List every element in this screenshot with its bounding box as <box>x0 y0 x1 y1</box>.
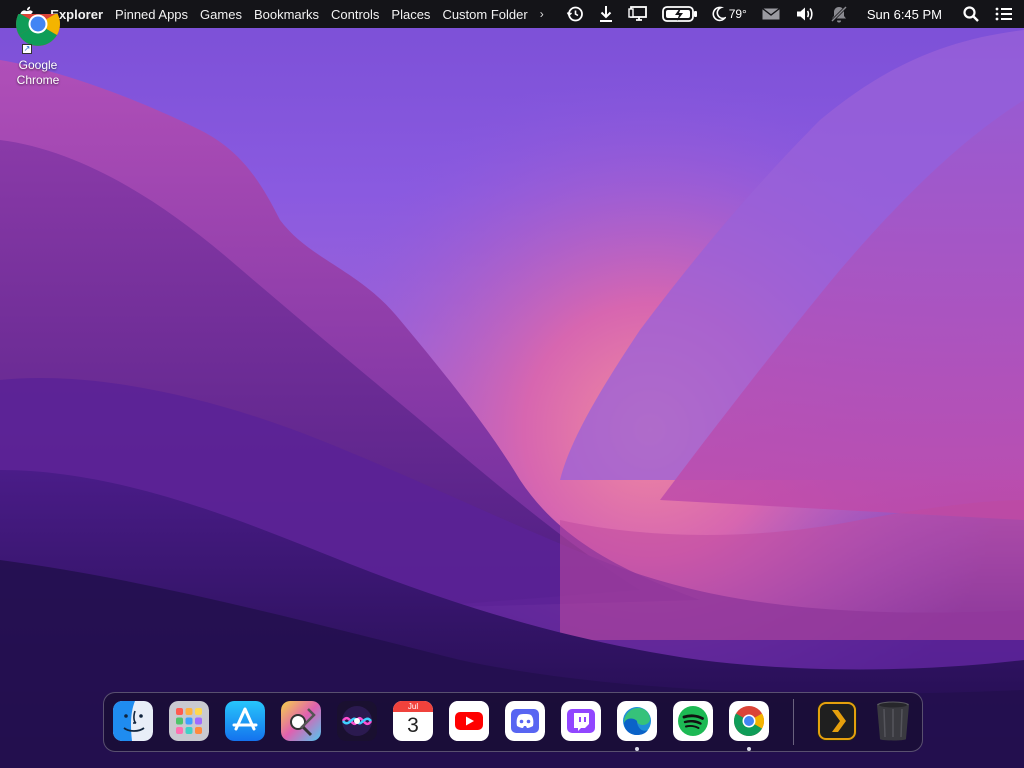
dock-app-system-tools[interactable] <box>281 701 321 741</box>
desktop-icon-label: Google Chrome <box>16 58 60 87</box>
dock-app-launchpad[interactable] <box>169 701 209 741</box>
system-tray: 79° Sun 6:45 PM <box>566 0 1024 28</box>
menu-overflow-chevron-icon[interactable]: › <box>540 7 544 21</box>
shortcut-arrow-icon: ↗ <box>22 44 32 54</box>
dock-app-app-store[interactable] <box>225 701 265 741</box>
wallpaper-art <box>0 0 1024 768</box>
dock-app-edge[interactable] <box>617 701 657 741</box>
chrome-icon: ↗ <box>14 14 62 54</box>
menu-controls[interactable]: Controls <box>331 7 379 22</box>
menu-bookmarks[interactable]: Bookmarks <box>254 7 319 22</box>
dock-separator <box>793 699 794 745</box>
battery-charging-icon[interactable] <box>661 0 698 28</box>
launchpad-icon <box>169 701 209 741</box>
menu-games[interactable]: Games <box>200 7 242 22</box>
system-tools-icon <box>281 701 321 741</box>
dock-app-calendar[interactable]: Jul 3 <box>393 701 433 741</box>
plex-icon <box>817 701 857 741</box>
desktop-icon-google-chrome[interactable]: ↗ Google Chrome <box>6 14 70 88</box>
dock-app-youtube[interactable] <box>449 701 489 741</box>
chrome-icon <box>729 701 769 741</box>
calendar-month: Jul <box>393 701 433 712</box>
download-icon[interactable] <box>598 0 614 28</box>
dock: Jul 3 <box>103 692 923 752</box>
menu-pinned-apps[interactable]: Pinned Apps <box>115 7 188 22</box>
menu-bar: Explorer Pinned Apps Games Bookmarks Con… <box>0 0 1024 28</box>
list-icon[interactable] <box>994 0 1014 28</box>
finder-icon <box>113 701 153 741</box>
dock-app-siri[interactable] <box>337 701 377 741</box>
trash-icon <box>877 701 909 741</box>
app-store-icon <box>225 701 265 741</box>
discord-icon <box>505 701 545 741</box>
history-icon[interactable] <box>566 0 584 28</box>
notifications-off-icon[interactable] <box>829 0 849 28</box>
edge-icon <box>617 701 657 741</box>
desktop-wallpaper <box>0 0 1024 768</box>
moon-icon <box>712 6 726 22</box>
weather-widget[interactable]: 79° <box>712 0 747 28</box>
menu-custom-folder[interactable]: Custom Folder <box>442 7 527 22</box>
running-indicator-edge <box>635 747 639 751</box>
weather-temperature: 79° <box>728 7 747 21</box>
mail-icon[interactable] <box>761 0 781 28</box>
dock-app-chrome[interactable] <box>729 701 769 741</box>
running-indicator-chrome <box>747 747 751 751</box>
volume-icon[interactable] <box>795 0 815 28</box>
dock-app-twitch[interactable] <box>561 701 601 741</box>
youtube-icon <box>449 701 489 741</box>
dock-app-finder[interactable] <box>113 701 153 741</box>
menu-places[interactable]: Places <box>391 7 430 22</box>
search-icon[interactable] <box>962 0 980 28</box>
twitch-icon <box>561 701 601 741</box>
display-icon[interactable] <box>627 0 648 28</box>
spotify-icon <box>673 701 713 741</box>
calendar-day: 3 <box>407 714 419 737</box>
dock-app-discord[interactable] <box>505 701 545 741</box>
dock-app-trash[interactable] <box>873 701 913 741</box>
dock-app-spotify[interactable] <box>673 701 713 741</box>
siri-icon <box>337 701 377 741</box>
dock-app-plex[interactable] <box>817 701 857 741</box>
menubar-clock[interactable]: Sun 6:45 PM <box>867 7 942 22</box>
